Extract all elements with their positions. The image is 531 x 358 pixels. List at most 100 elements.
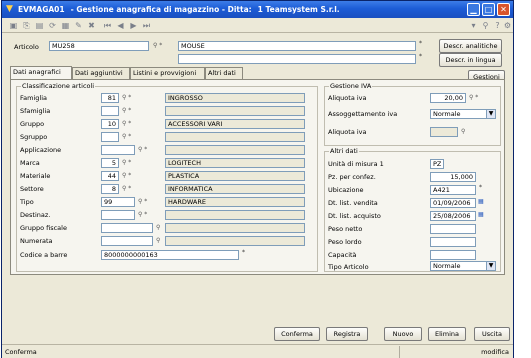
required-mark: * <box>479 184 482 191</box>
barcode-input[interactable]: 8000000000163 <box>101 250 239 260</box>
assoggettamento-label: Assoggettamento iva <box>328 110 398 118</box>
settore-code-input[interactable]: 8 <box>101 184 119 194</box>
save-icon[interactable]: ▣ <box>8 20 19 31</box>
classificazione-group: Classificazione articoli Famiglia 81 ⚲ *… <box>16 82 318 272</box>
marca-code-input[interactable]: 5 <box>101 158 119 168</box>
tipo-desc: HARDWARE <box>165 197 305 207</box>
title-code: EVMAGA01 <box>18 5 65 14</box>
peso-lordo-input[interactable] <box>430 237 476 247</box>
descr-analitiche-button[interactable]: Descr. analitiche <box>439 39 502 53</box>
gruppo-desc: ACCESSORI VARI <box>165 119 305 129</box>
settore-desc: INFORMATICA <box>165 184 305 194</box>
close-button[interactable]: ✕ <box>497 3 510 16</box>
gruppo-fiscale-code-input[interactable] <box>101 223 153 233</box>
dt-vendita-input[interactable]: 01/09/2006 <box>430 198 476 208</box>
dt-acquisto-input[interactable]: 25/08/2006 <box>430 211 476 221</box>
elimina-button[interactable]: Elimina <box>428 327 466 341</box>
tipo-articolo-select[interactable]: Normale ▼ <box>430 261 496 271</box>
pz-confez-input[interactable]: 15,000 <box>430 172 476 182</box>
tipo-lookup-icon[interactable]: ⚲ * <box>138 198 147 205</box>
aliquota-iva-input[interactable]: 20,00 <box>430 93 466 103</box>
refresh-icon[interactable]: ⟳ <box>47 20 58 31</box>
aliquota-iva2-lookup-icon[interactable]: ⚲ <box>461 128 465 135</box>
search-icon[interactable]: ⚲ <box>480 20 491 31</box>
registra-button[interactable]: Registra <box>326 327 368 341</box>
tab-altri-dati[interactable]: Altri dati <box>205 67 243 79</box>
tab-listini-provvigioni[interactable]: Listini e provvigioni <box>130 67 205 79</box>
numerata-lookup-icon[interactable]: ⚲ <box>156 237 160 244</box>
chevron-down-icon[interactable]: ▼ <box>486 262 495 270</box>
capacita-input[interactable] <box>430 250 476 260</box>
numerata-code-input[interactable] <box>101 236 153 246</box>
famiglia-code-input[interactable]: 81 <box>101 93 119 103</box>
gestione-iva-group: Gestione IVA Aliquota iva 20,00 ⚲ * Asso… <box>324 82 501 146</box>
materiale-code-input[interactable]: 44 <box>101 171 119 181</box>
tools-icon[interactable]: ✎ <box>73 20 84 31</box>
calendar-icon[interactable]: ▦ <box>478 198 484 205</box>
first-record-icon[interactable]: ⏮ <box>102 20 113 31</box>
pz-confez-label: Pz. per confez. <box>328 173 376 181</box>
aliquota-iva-label: Aliquota iva <box>328 94 367 102</box>
materiale-label: Materiale <box>20 172 51 180</box>
famiglia-desc: INGROSSO <box>165 93 305 103</box>
assoggettamento-select[interactable]: Normale ▼ <box>430 109 496 119</box>
gruppo-fiscale-lookup-icon[interactable]: ⚲ <box>156 224 160 231</box>
destinaz-code-input[interactable] <box>101 210 135 220</box>
copy-icon[interactable]: ⎘ <box>21 20 32 31</box>
tab-dati-anagrafici[interactable]: Dati anagrafici <box>10 66 72 79</box>
sfamiglia-desc <box>165 106 305 116</box>
um-label: Unità di misura 1 <box>328 160 384 168</box>
gruppo-lookup-icon[interactable]: ⚲ * <box>122 120 131 127</box>
required-mark: * <box>242 249 245 256</box>
article-description2-input[interactable] <box>178 54 416 64</box>
tipo-articolo-value: Normale <box>433 262 461 270</box>
uscita-button[interactable]: Uscita <box>474 327 510 341</box>
materiale-lookup-icon[interactable]: ⚲ * <box>122 172 131 179</box>
article-lookup-icon[interactable]: ⚲ * <box>153 42 162 49</box>
ubicazione-input[interactable]: A421 <box>430 185 476 195</box>
print-icon[interactable]: ▤ <box>34 20 45 31</box>
article-code-input[interactable]: MU258 <box>49 41 149 51</box>
calendar-icon[interactable]: ▦ <box>478 211 484 218</box>
um-input[interactable]: PZ <box>430 159 444 169</box>
applicazione-code-input[interactable] <box>101 145 135 155</box>
prev-record-icon[interactable]: ◀ <box>115 20 126 31</box>
sgruppo-code-input[interactable] <box>101 132 119 142</box>
tipo-label: Tipo <box>20 198 34 206</box>
sgruppo-lookup-icon[interactable]: ⚲ * <box>122 133 131 140</box>
gruppo-fiscale-label: Gruppo fiscale <box>20 224 67 232</box>
aliquota-iva-lookup-icon[interactable]: ⚲ * <box>469 94 478 101</box>
last-record-icon[interactable]: ⏭ <box>141 20 152 31</box>
nuovo-button[interactable]: Nuovo <box>384 327 422 341</box>
next-record-icon[interactable]: ▶ <box>128 20 139 31</box>
dropdown-icon[interactable]: ▾ <box>468 20 479 31</box>
gruppo-code-input[interactable]: 10 <box>101 119 119 129</box>
tab-dati-aggiuntivi[interactable]: Dati aggiuntivi <box>72 67 130 79</box>
chevron-down-icon[interactable]: ▼ <box>486 110 495 118</box>
options-icon[interactable]: ⚙ <box>502 20 513 31</box>
tipo-code-input[interactable]: 99 <box>101 197 135 207</box>
conferma-button[interactable]: Conferma <box>274 327 320 341</box>
sfamiglia-label: Sfamiglia <box>20 107 51 115</box>
maximize-button[interactable]: □ <box>482 3 495 16</box>
delete-icon[interactable]: ✖ <box>86 20 97 31</box>
applicazione-lookup-icon[interactable]: ⚲ * <box>138 146 147 153</box>
settore-lookup-icon[interactable]: ⚲ * <box>122 185 131 192</box>
status-left: Conferma <box>5 348 37 356</box>
numerata-label: Numerata <box>20 237 53 245</box>
sfamiglia-code-input[interactable] <box>101 106 119 116</box>
applicazione-desc <box>165 145 305 155</box>
famiglia-lookup-icon[interactable]: ⚲ * <box>122 94 131 101</box>
minimize-button[interactable]: ▁ <box>467 3 480 16</box>
aliquota-iva2-input[interactable] <box>430 127 458 137</box>
required-mark: * <box>419 53 422 60</box>
descr-lingua-button[interactable]: Descr. in lingua <box>439 53 502 67</box>
destinaz-lookup-icon[interactable]: ⚲ * <box>138 211 147 218</box>
barcode-label: Codice a barre <box>20 251 68 259</box>
sfamiglia-lookup-icon[interactable]: ⚲ * <box>122 107 131 114</box>
preview-icon[interactable]: ▦ <box>60 20 71 31</box>
toolbar: ▣ ⎘ ▤ ⟳ ▦ ✎ ✖ ⏮ ◀ ▶ ⏭ ▾ ⚲ ? ⚙ <box>2 18 513 33</box>
marca-lookup-icon[interactable]: ⚲ * <box>122 159 131 166</box>
article-description-input[interactable]: MOUSE <box>178 41 416 51</box>
peso-netto-input[interactable] <box>430 224 476 234</box>
